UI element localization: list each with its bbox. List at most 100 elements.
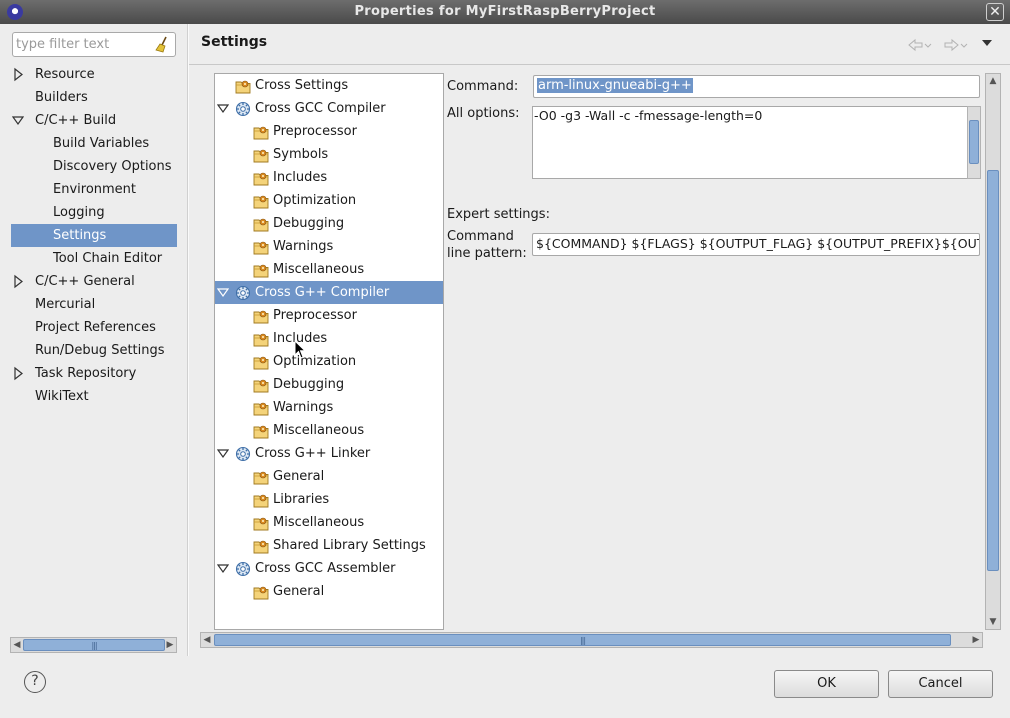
- tool-gear-icon: [235, 101, 251, 117]
- expanded-arrow-icon[interactable]: [217, 442, 229, 465]
- tree-item-symbols[interactable]: Symbols: [215, 143, 443, 166]
- scroll-right-arrow-icon[interactable]: ▶: [164, 638, 176, 652]
- tree-item-label: Cross Settings: [255, 78, 349, 93]
- tree-item-shared-library-settings[interactable]: Shared Library Settings: [215, 534, 443, 557]
- tree-item-label: Warnings: [273, 239, 334, 254]
- folder-settings-icon: [253, 517, 269, 531]
- all-options-textarea[interactable]: -O0 -g3 -Wall -c -fmessage-length=0: [532, 106, 980, 179]
- page-header: Settings: [189, 24, 1010, 65]
- nav-item-mercurial[interactable]: Mercurial: [0, 293, 187, 316]
- folder-settings-icon: [253, 126, 269, 140]
- tree-item-debugging[interactable]: Debugging: [215, 373, 443, 396]
- collapsed-arrow-icon[interactable]: [12, 270, 24, 293]
- nav-item-task-repository[interactable]: Task Repository: [0, 362, 187, 385]
- scroll-thumb[interactable]: |||: [23, 639, 165, 651]
- expanded-arrow-icon[interactable]: [217, 557, 229, 580]
- nav-item-resource[interactable]: Resource: [0, 63, 187, 86]
- nav-item-environment[interactable]: Environment: [0, 178, 187, 201]
- nav-item-logging[interactable]: Logging: [0, 201, 187, 224]
- nav-item-label: WikiText: [35, 389, 89, 404]
- mouse-pointer-icon: [294, 340, 306, 359]
- close-button[interactable]: ✕: [986, 3, 1004, 21]
- all-options-label: All options:: [447, 106, 520, 121]
- folder-settings-icon: [253, 241, 269, 255]
- nav-item-discovery-options[interactable]: Discovery Options: [0, 155, 187, 178]
- scroll-up-arrow-icon[interactable]: ▲: [986, 74, 1000, 88]
- tool-gear-icon: [235, 446, 251, 462]
- folder-settings-icon: [253, 310, 269, 324]
- scroll-thumb[interactable]: [987, 170, 999, 571]
- expanded-arrow-icon[interactable]: [12, 109, 24, 132]
- tree-item-cross-gcc-assembler[interactable]: Cross GCC Assembler: [215, 557, 443, 580]
- collapsed-arrow-icon[interactable]: [12, 63, 24, 86]
- nav-item-tool-chain-editor[interactable]: Tool Chain Editor: [0, 247, 187, 270]
- tree-item-preprocessor[interactable]: Preprocessor: [215, 304, 443, 327]
- tree-item-debugging[interactable]: Debugging: [215, 212, 443, 235]
- tree-item-cross-g-linker[interactable]: Cross G++ Linker: [215, 442, 443, 465]
- nav-item-settings[interactable]: Settings: [11, 224, 177, 247]
- tree-item-label: Includes: [273, 170, 328, 185]
- scroll-right-arrow-icon[interactable]: ▶: [970, 633, 982, 647]
- tree-item-libraries[interactable]: Libraries: [215, 488, 443, 511]
- tree-item-label: Miscellaneous: [273, 423, 365, 438]
- tree-item-warnings[interactable]: Warnings: [215, 235, 443, 258]
- nav-horizontal-scrollbar[interactable]: ◀ ||| ▶: [10, 637, 177, 653]
- nav-item-build-variables[interactable]: Build Variables: [0, 132, 187, 155]
- tree-item-miscellaneous[interactable]: Miscellaneous: [215, 511, 443, 534]
- filter-box: [12, 32, 176, 57]
- scroll-thumb[interactable]: |||: [214, 634, 951, 646]
- command-label: Command:: [447, 79, 519, 94]
- folder-settings-icon: [253, 264, 269, 278]
- tree-item-label: Symbols: [273, 147, 329, 162]
- tree-item-label: Cross G++ Linker: [255, 446, 371, 461]
- tree-item-label: Libraries: [273, 492, 330, 507]
- tree-item-includes[interactable]: Includes: [215, 166, 443, 189]
- collapsed-arrow-icon[interactable]: [12, 362, 24, 385]
- scroll-left-arrow-icon[interactable]: ◀: [11, 638, 23, 652]
- nav-item-project-references[interactable]: Project References: [0, 316, 187, 339]
- folder-settings-icon: [253, 425, 269, 439]
- page-horizontal-scrollbar[interactable]: ◀ ||| ▶: [200, 632, 983, 648]
- forward-arrow-icon[interactable]: [942, 38, 968, 52]
- tree-item-miscellaneous[interactable]: Miscellaneous: [215, 419, 443, 442]
- folder-settings-icon: [253, 379, 269, 393]
- tree-item-cross-g-compiler[interactable]: Cross G++ Compiler: [215, 281, 443, 304]
- page-vertical-scrollbar[interactable]: ▲ ▼: [985, 73, 1001, 630]
- nav-item-c-c-build[interactable]: C/C++ Build: [0, 109, 187, 132]
- nav-item-wikitext[interactable]: WikiText: [0, 385, 187, 408]
- help-icon[interactable]: ?: [24, 671, 46, 693]
- view-menu-icon[interactable]: [982, 40, 992, 46]
- nav-item-c-c-general[interactable]: C/C++ General: [0, 270, 187, 293]
- scroll-left-arrow-icon[interactable]: ◀: [201, 633, 213, 647]
- tree-item-cross-settings[interactable]: Cross Settings: [215, 74, 443, 97]
- back-arrow-icon[interactable]: [906, 38, 932, 52]
- tree-item-label: Cross GCC Compiler: [255, 101, 386, 116]
- tree-item-preprocessor[interactable]: Preprocessor: [215, 120, 443, 143]
- clear-filter-icon[interactable]: [155, 36, 171, 53]
- command-value: arm-linux-gnueabi-g++: [537, 78, 693, 93]
- filter-input[interactable]: [16, 36, 154, 53]
- tree-item-optimization[interactable]: Optimization: [215, 189, 443, 212]
- folder-settings-icon: [253, 471, 269, 485]
- command-input[interactable]: arm-linux-gnueabi-g++: [533, 75, 980, 98]
- tree-item-warnings[interactable]: Warnings: [215, 396, 443, 419]
- ok-button[interactable]: OK: [774, 670, 879, 698]
- tree-item-general[interactable]: General: [215, 465, 443, 488]
- all-options-scrollbar[interactable]: [967, 106, 981, 179]
- expanded-arrow-icon[interactable]: [217, 281, 229, 304]
- window-title: Properties for MyFirstRaspBerryProject: [354, 4, 656, 19]
- folder-settings-icon: [253, 333, 269, 347]
- tree-item-optimization[interactable]: Optimization: [215, 350, 443, 373]
- nav-item-run-debug-settings[interactable]: Run/Debug Settings: [0, 339, 187, 362]
- scroll-thumb[interactable]: [969, 120, 979, 164]
- nav-item-builders[interactable]: Builders: [0, 86, 187, 109]
- tree-item-cross-gcc-compiler[interactable]: Cross GCC Compiler: [215, 97, 443, 120]
- tree-item-general[interactable]: General: [215, 580, 443, 603]
- expanded-arrow-icon[interactable]: [217, 97, 229, 120]
- command-line-pattern-input[interactable]: ${COMMAND} ${FLAGS} ${OUTPUT_FLAG} ${OUT…: [532, 233, 980, 256]
- nav-item-label: Environment: [53, 182, 137, 197]
- tree-item-includes[interactable]: Includes: [215, 327, 443, 350]
- tree-item-miscellaneous[interactable]: Miscellaneous: [215, 258, 443, 281]
- cancel-button[interactable]: Cancel: [888, 670, 993, 698]
- scroll-down-arrow-icon[interactable]: ▼: [986, 615, 1000, 629]
